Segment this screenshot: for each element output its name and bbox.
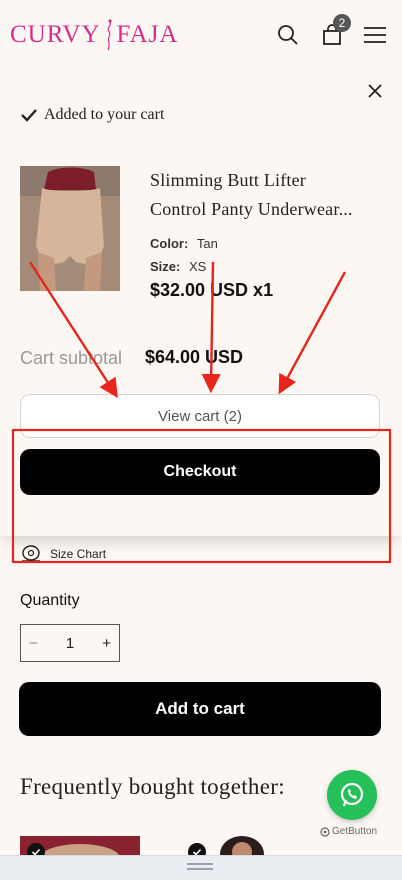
product-size: Size: XS <box>150 259 206 274</box>
size-chart-label: Size Chart <box>50 547 107 561</box>
getbutton-logo-icon <box>320 826 330 837</box>
view-cart-button[interactable]: View cart (2) <box>20 394 380 438</box>
subtotal-value: $64.00 USD <box>145 347 244 367</box>
color-value: Tan <box>196 236 218 251</box>
quantity-decrease-button[interactable]: − <box>29 635 38 652</box>
size-chart-link[interactable]: Size Chart <box>20 545 106 563</box>
frequently-bought-heading: Frequently bought together: <box>20 774 285 799</box>
getbutton-label: GetButton <box>332 826 378 837</box>
site-header: CURVY FAJA 2 <box>0 0 402 68</box>
size-value: XS <box>188 259 207 274</box>
added-to-cart-popup: Added to your cart Slimming Butt Lifter … <box>0 68 402 536</box>
quantity-stepper[interactable]: − 1 + <box>20 624 120 662</box>
product-title-line-2: Control Panty Underwear... <box>150 199 353 219</box>
product-price: $32.00 USD x1 <box>150 280 274 300</box>
logo[interactable]: CURVY FAJA <box>10 18 178 52</box>
logo-text-right: FAJA <box>116 21 179 48</box>
product-title-line-1: Slimming Butt Lifter <box>150 170 306 190</box>
tape-measure-icon <box>22 545 40 562</box>
product-image <box>20 166 120 291</box>
quantity-value[interactable]: 1 <box>66 635 74 652</box>
logo-text-left: CURVY <box>10 21 101 48</box>
checkout-button[interactable]: Checkout <box>20 449 380 495</box>
product-color: Color: Tan <box>150 236 218 251</box>
quantity-label: Quantity <box>20 592 80 609</box>
subtotal-label: Cart subtotal <box>20 348 123 368</box>
search-icon[interactable] <box>275 22 301 48</box>
menu-icon[interactable] <box>362 22 388 48</box>
close-icon[interactable] <box>364 80 386 102</box>
size-label: Size: <box>150 259 181 274</box>
getbutton-credit[interactable]: GetButton <box>320 826 377 837</box>
whatsapp-icon <box>340 782 364 807</box>
added-confirmation: Added to your cart <box>20 106 164 124</box>
whatsapp-button[interactable] <box>327 770 377 820</box>
drag-handle-icon[interactable] <box>187 863 213 873</box>
add-to-cart-button[interactable]: Add to cart <box>19 682 381 736</box>
bottom-bar <box>0 855 402 880</box>
color-label: Color: <box>150 236 189 251</box>
cart-count-badge: 2 <box>333 14 351 32</box>
quantity-increase-button[interactable]: + <box>102 635 111 652</box>
added-text: Added to your cart <box>44 106 165 123</box>
checkmark-icon <box>21 109 37 122</box>
logo-silhouette-icon <box>106 19 112 51</box>
product-title[interactable]: Slimming Butt Lifter Control Panty Under… <box>150 166 390 224</box>
